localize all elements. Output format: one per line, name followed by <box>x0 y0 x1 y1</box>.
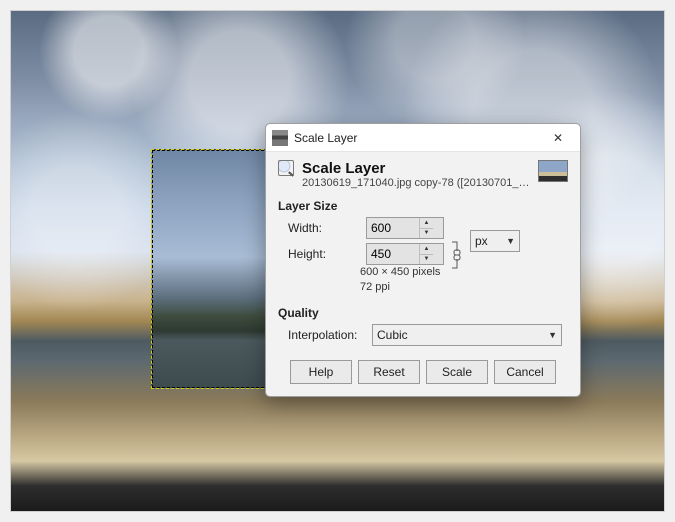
interpolation-select[interactable]: Cubic ▼ <box>372 324 562 346</box>
chevron-down-icon: ▼ <box>506 236 515 246</box>
size-grid: Width: ▲ ▼ p <box>288 217 568 265</box>
canvas-background: Scale Layer ✕ Scale Layer 20130619_17104… <box>10 10 665 512</box>
dialog-header: Scale Layer 20130619_171040.jpg copy-78 … <box>278 160 568 189</box>
unit-value: px <box>475 234 488 248</box>
spin-up-icon[interactable]: ▲ <box>419 244 433 255</box>
chevron-down-icon: ▼ <box>548 330 557 340</box>
quality-heading: Quality <box>278 306 568 320</box>
dialog-title: Scale Layer <box>294 131 536 145</box>
dialog-buttons: Help Reset Scale Cancel <box>278 360 568 384</box>
chain-link-icon <box>450 231 464 279</box>
spin-down-icon[interactable]: ▼ <box>419 229 433 239</box>
spin-up-icon[interactable]: ▲ <box>419 218 433 229</box>
width-spin-buttons[interactable]: ▲ ▼ <box>419 218 433 238</box>
dialog-content: Scale Layer 20130619_171040.jpg copy-78 … <box>266 152 580 396</box>
scale-button[interactable]: Scale <box>426 360 488 384</box>
scale-icon <box>278 160 294 176</box>
cancel-button[interactable]: Cancel <box>494 360 556 384</box>
help-button[interactable]: Help <box>290 360 352 384</box>
dialog-titlebar[interactable]: Scale Layer ✕ <box>266 124 580 152</box>
app-icon <box>272 130 288 146</box>
header-title: Scale Layer <box>302 160 530 177</box>
scale-layer-dialog: Scale Layer ✕ Scale Layer 20130619_17104… <box>265 123 581 397</box>
interpolation-row: Interpolation: Cubic ▼ <box>288 324 568 346</box>
pixel-dimensions: 600 × 450 pixels <box>360 265 568 280</box>
close-button[interactable]: ✕ <box>542 127 574 149</box>
header-text: Scale Layer 20130619_171040.jpg copy-78 … <box>302 160 530 189</box>
unit-select[interactable]: px ▼ <box>470 230 520 252</box>
header-subtitle: 20130619_171040.jpg copy-78 ([20130701_… <box>302 177 530 189</box>
width-spinner[interactable]: ▲ ▼ <box>366 217 444 239</box>
layer-size-heading: Layer Size <box>278 199 568 213</box>
height-spinner[interactable]: ▲ ▼ <box>366 243 444 265</box>
interpolation-value: Cubic <box>377 328 408 342</box>
height-spin-buttons[interactable]: ▲ ▼ <box>419 244 433 264</box>
width-input[interactable] <box>367 218 419 238</box>
width-label: Width: <box>288 221 360 235</box>
height-input[interactable] <box>367 244 419 264</box>
close-icon: ✕ <box>553 131 563 145</box>
layer-thumbnail <box>538 160 568 182</box>
spin-down-icon[interactable]: ▼ <box>419 255 433 265</box>
height-label: Height: <box>288 247 360 261</box>
resolution-info: 72 ppi <box>360 280 568 295</box>
reset-button[interactable]: Reset <box>358 360 420 384</box>
interpolation-label: Interpolation: <box>288 328 366 342</box>
